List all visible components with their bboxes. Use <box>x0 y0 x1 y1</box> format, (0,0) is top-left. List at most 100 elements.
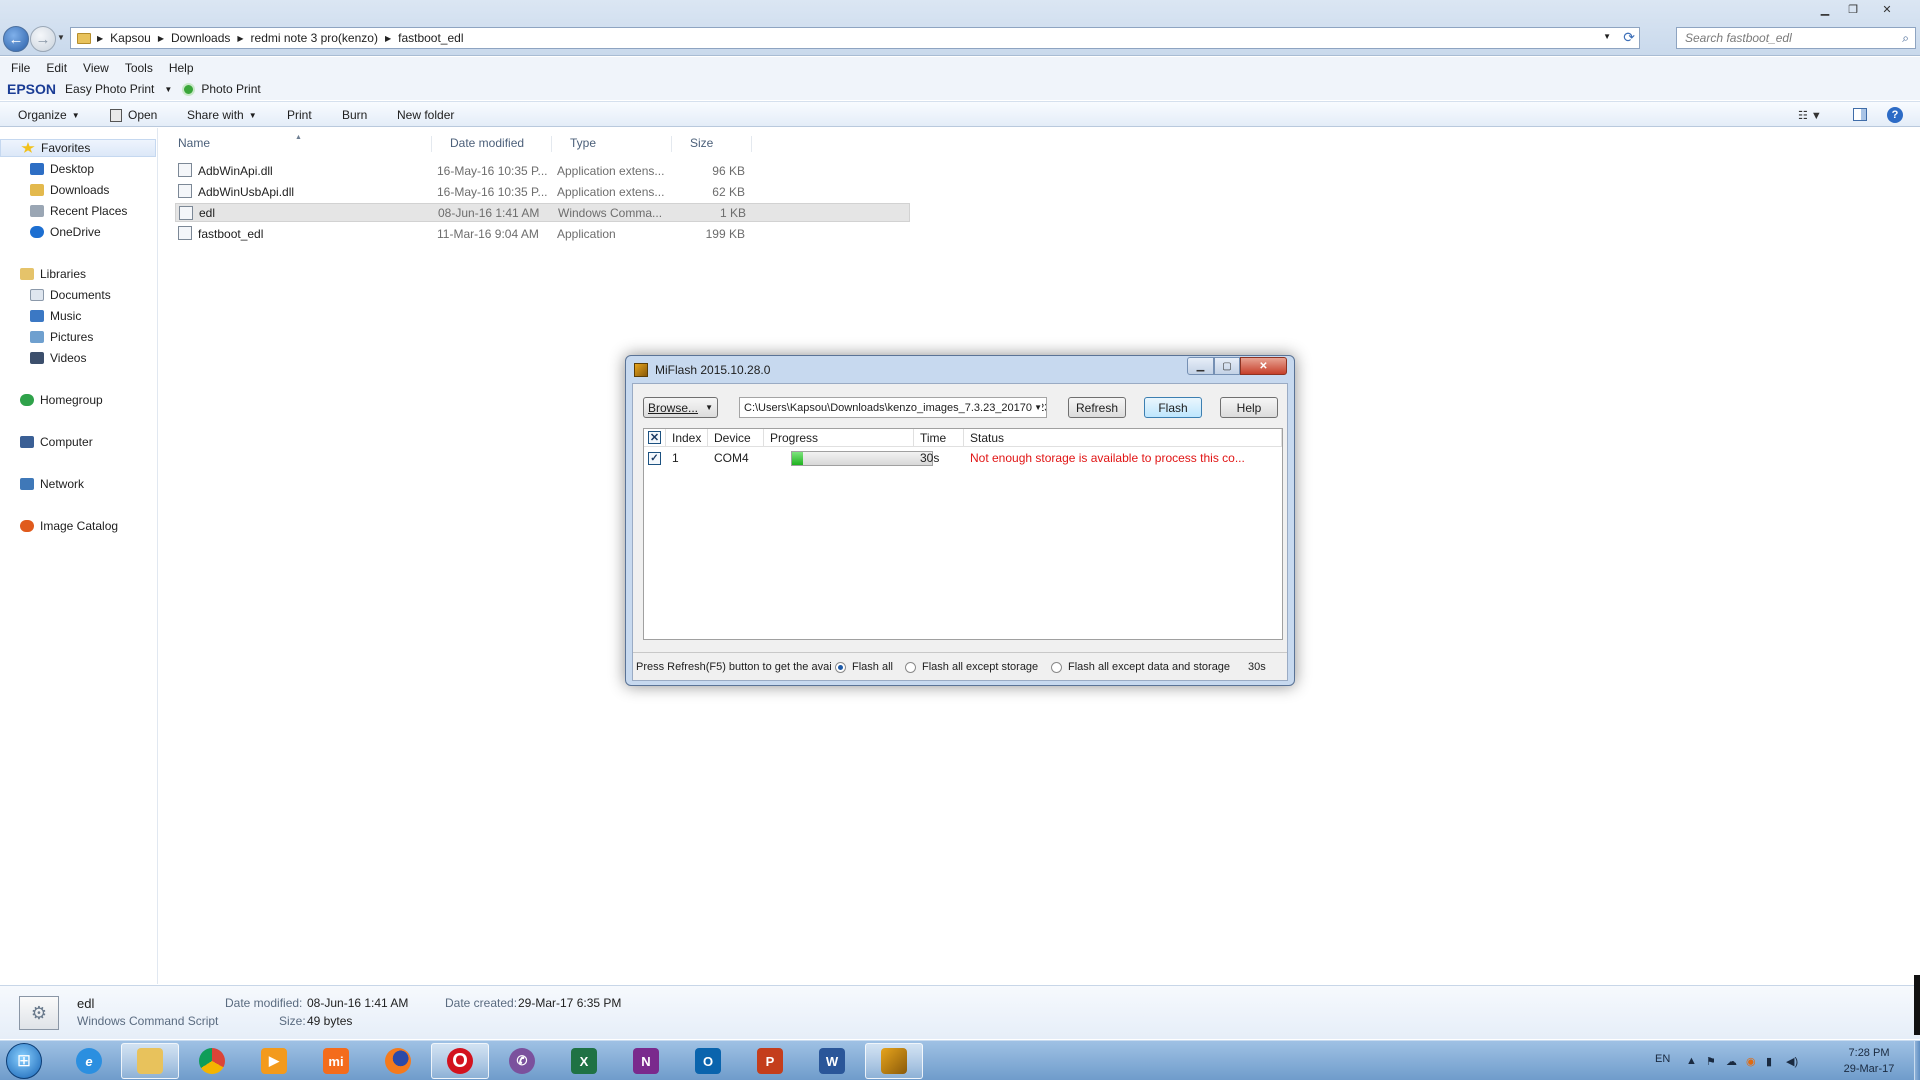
taskbar-word[interactable]: W <box>803 1043 861 1079</box>
miflash-maximize-button[interactable]: ▢ <box>1214 357 1240 375</box>
menu-view[interactable]: View <box>83 61 109 75</box>
photo-print-button[interactable]: Photo Print <box>201 82 260 96</box>
chevron-right-icon[interactable]: ▶ <box>385 34 391 43</box>
breadcrumb-item[interactable]: redmi note 3 pro(kenzo) <box>251 31 378 45</box>
nav-onedrive[interactable]: OneDrive <box>0 223 101 241</box>
column-header-index[interactable]: Index <box>666 429 708 447</box>
help-icon[interactable]: ? <box>1887 107 1903 123</box>
show-hidden-icons-icon[interactable]: ▲ <box>1686 1055 1697 1067</box>
taskbar-excel[interactable]: X <box>555 1043 613 1079</box>
explorer-restore-button[interactable]: ❐ <box>1840 0 1866 18</box>
avast-tray-icon[interactable]: ◉ <box>1746 1055 1756 1068</box>
organize-button[interactable]: Organize ▼ <box>18 108 80 122</box>
search-icon[interactable]: ⌕ <box>1902 31 1909 46</box>
flash-button[interactable]: Flash <box>1144 397 1202 418</box>
file-row[interactable]: AdbWinUsbApi.dll 16-May-16 10:35 P... Ap… <box>175 182 910 201</box>
row-checkbox[interactable]: ✓ <box>644 449 666 467</box>
chevron-right-icon[interactable]: ▶ <box>97 34 103 43</box>
nav-pictures[interactable]: Pictures <box>0 328 93 346</box>
open-button[interactable]: Open <box>110 108 157 122</box>
menu-tools[interactable]: Tools <box>125 61 153 75</box>
new-folder-button[interactable]: New folder <box>397 108 454 122</box>
taskbar-mi-pc-suite[interactable]: mi <box>307 1043 365 1079</box>
view-options-icon[interactable]: ☷ ▼ <box>1798 109 1822 122</box>
taskbar-powerpoint[interactable]: P <box>741 1043 799 1079</box>
flash-except-data-storage-radio[interactable]: Flash all except data and storage <box>1051 661 1230 673</box>
column-header-name[interactable]: Name ▲ <box>160 134 432 152</box>
column-header-status[interactable]: Status <box>964 429 1282 447</box>
nav-videos[interactable]: Videos <box>0 349 86 367</box>
miflash-close-button[interactable]: ✕ <box>1240 357 1287 375</box>
column-header-progress[interactable]: Progress <box>764 429 914 447</box>
nav-computer[interactable]: Computer <box>0 433 93 451</box>
forward-button[interactable]: → <box>30 26 56 52</box>
menu-help[interactable]: Help <box>169 61 194 75</box>
preview-pane-icon[interactable] <box>1853 108 1867 121</box>
column-header-device[interactable]: Device <box>708 429 764 447</box>
nav-desktop[interactable]: Desktop <box>0 160 94 178</box>
burn-button[interactable]: Burn <box>342 108 367 122</box>
breadcrumb-item[interactable]: Downloads <box>171 31 230 45</box>
taskbar-media-player[interactable]: ▶ <box>245 1043 303 1079</box>
taskbar-opera[interactable]: O <box>431 1043 489 1079</box>
nav-homegroup[interactable]: Homegroup <box>0 391 103 409</box>
print-button[interactable]: Print <box>287 108 312 122</box>
easy-photo-print-button[interactable]: Easy Photo Print <box>65 82 154 96</box>
language-indicator[interactable]: EN <box>1655 1053 1670 1065</box>
nav-recent-places[interactable]: Recent Places <box>0 202 127 220</box>
column-header-date-modified[interactable]: Date modified <box>432 136 552 152</box>
nav-documents[interactable]: Documents <box>0 286 111 304</box>
nav-image-catalog[interactable]: Image Catalog <box>0 517 118 535</box>
refresh-icon[interactable]: ⟳ <box>1623 29 1635 46</box>
select-all-checkbox[interactable]: ✕ <box>644 429 666 447</box>
address-dropdown-icon[interactable]: ▼ <box>1603 32 1611 41</box>
file-row[interactable]: AdbWinApi.dll 16-May-16 10:35 P... Appli… <box>175 161 910 180</box>
explorer-close-button[interactable]: ✕ <box>1866 0 1908 18</box>
chevron-right-icon[interactable]: ▶ <box>158 34 164 43</box>
column-header-type[interactable]: Type <box>552 136 672 152</box>
recent-pages-dropdown[interactable]: ▼ <box>57 33 65 42</box>
share-with-button[interactable]: Share with ▼ <box>187 108 257 122</box>
nav-music[interactable]: Music <box>0 307 81 325</box>
flash-except-storage-radio[interactable]: Flash all except storage <box>905 661 1038 673</box>
menu-edit[interactable]: Edit <box>46 61 67 75</box>
taskbar-onenote[interactable]: N <box>617 1043 675 1079</box>
taskbar-firefox[interactable] <box>369 1043 427 1079</box>
browse-button[interactable]: Browse... ▼ <box>643 397 718 418</box>
action-center-flag-icon[interactable]: ⚑ <box>1706 1055 1716 1068</box>
taskbar-file-explorer[interactable] <box>121 1043 179 1079</box>
volume-icon[interactable]: ◀) <box>1786 1055 1798 1068</box>
column-header-time[interactable]: Time <box>914 429 964 447</box>
column-header-size[interactable]: Size <box>672 136 752 152</box>
help-button[interactable]: Help <box>1220 397 1278 418</box>
taskbar-viber[interactable]: ✆ <box>493 1043 551 1079</box>
taskbar-outlook[interactable]: O <box>679 1043 737 1079</box>
taskbar-miflash[interactable] <box>865 1043 923 1079</box>
file-row[interactable]: fastboot_edl 11-Mar-16 9:04 AM Applicati… <box>175 224 910 243</box>
menu-file[interactable]: File <box>11 61 30 75</box>
onedrive-tray-icon[interactable]: ☁ <box>1726 1055 1737 1068</box>
nav-downloads[interactable]: Downloads <box>0 181 109 199</box>
back-button[interactable]: ← <box>3 26 29 52</box>
breadcrumb[interactable]: ▶ Kapsou ▶ Downloads ▶ redmi note 3 pro(… <box>70 27 1640 49</box>
show-desktop-button[interactable] <box>1914 1041 1920 1080</box>
search-input[interactable]: Search fastboot_edl ⌕ <box>1676 27 1916 49</box>
chevron-right-icon[interactable]: ▶ <box>237 34 243 43</box>
explorer-minimize-button[interactable]: ▁ <box>1812 0 1838 18</box>
file-row-selected[interactable]: edl 08-Jun-16 1:41 AM Windows Comma... 1… <box>175 203 910 222</box>
chevron-down-icon[interactable]: ▼ <box>164 85 172 94</box>
nav-libraries[interactable]: Libraries <box>0 265 86 283</box>
start-button[interactable]: ⊞ <box>6 1043 42 1079</box>
nav-network[interactable]: Network <box>0 475 84 493</box>
flash-all-radio[interactable]: Flash all <box>835 661 893 673</box>
breadcrumb-item[interactable]: Kapsou <box>110 31 151 45</box>
nav-favorites[interactable]: Favorites <box>0 139 156 157</box>
system-clock[interactable]: 7:28 PM 29-Mar-17 <box>1830 1045 1908 1077</box>
taskbar-chrome[interactable] <box>183 1043 241 1079</box>
chevron-down-icon[interactable]: ▼ <box>1032 403 1042 412</box>
refresh-button[interactable]: Refresh <box>1068 397 1126 418</box>
network-signal-icon[interactable]: ▮ <box>1766 1055 1772 1068</box>
image-path-combobox[interactable]: C:\Users\Kapsou\Downloads\kenzo_images_7… <box>739 397 1047 418</box>
breadcrumb-item[interactable]: fastboot_edl <box>398 31 463 45</box>
taskbar-internet-explorer[interactable]: e <box>60 1043 118 1079</box>
